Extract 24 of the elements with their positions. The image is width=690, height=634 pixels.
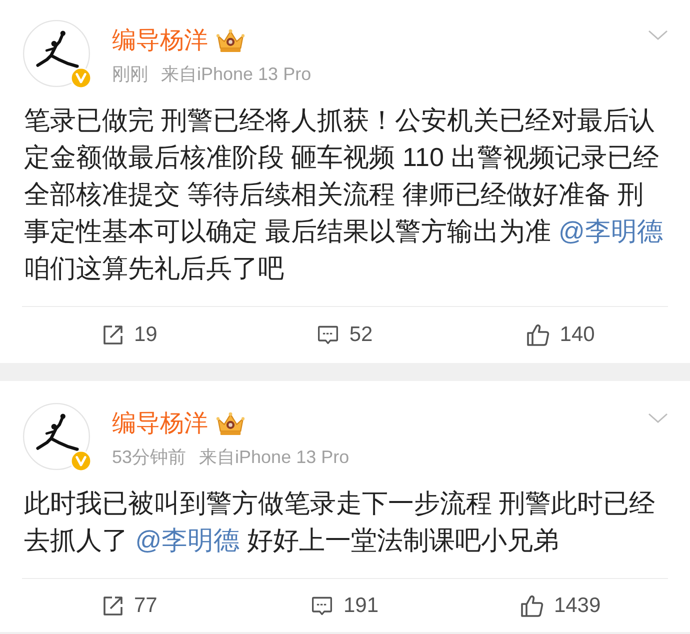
share-icon (102, 324, 124, 346)
crown-icon[interactable] (216, 410, 245, 436)
comment-button[interactable]: 191 (311, 592, 379, 618)
avatar-icon[interactable] (23, 403, 90, 470)
post-source: 来自iPhone 13 Pro (199, 446, 350, 468)
post-text: 此时我已被叫到警方做笔录走下一步流程 刑警此时已经去抓人了 @李明德 好好上一堂法制课吧小兄弟 (24, 487, 656, 557)
crown-icon[interactable] (216, 28, 245, 52)
mention-link[interactable]: @李明德 (558, 216, 663, 246)
repost-button[interactable]: 19 (102, 322, 158, 348)
thumbs-up-icon (526, 323, 550, 347)
comment-icon (311, 594, 334, 616)
mention-link[interactable]: @李明德 (135, 525, 240, 555)
post-time: 53分钟前 (112, 446, 186, 468)
like-button[interactable]: 1439 (520, 592, 601, 618)
avatar-icon[interactable] (23, 20, 90, 87)
like-button[interactable]: 140 (526, 322, 595, 348)
post-source: 来自iPhone 13 Pro (161, 63, 312, 85)
share-icon (102, 594, 124, 616)
repost-button[interactable]: 77 (102, 592, 158, 618)
post-time: 刚刚 (112, 63, 148, 85)
post-text: 笔录已做完 刑警已经将人抓获！公安机关已经对最后认定金额做最后核准阶段 砸车视频 110 出警视频记录已经全部核准提交 等待后续相关流程 律师已经做好准备 刑事定性基本可以确定 最后结果以警方输出为准 @李明德 咱们这算先礼后兵了吧 (24, 104, 664, 285)
comment-button[interactable]: 52 (317, 322, 373, 348)
thumbs-up-icon (520, 594, 544, 618)
comment-icon (317, 324, 340, 346)
